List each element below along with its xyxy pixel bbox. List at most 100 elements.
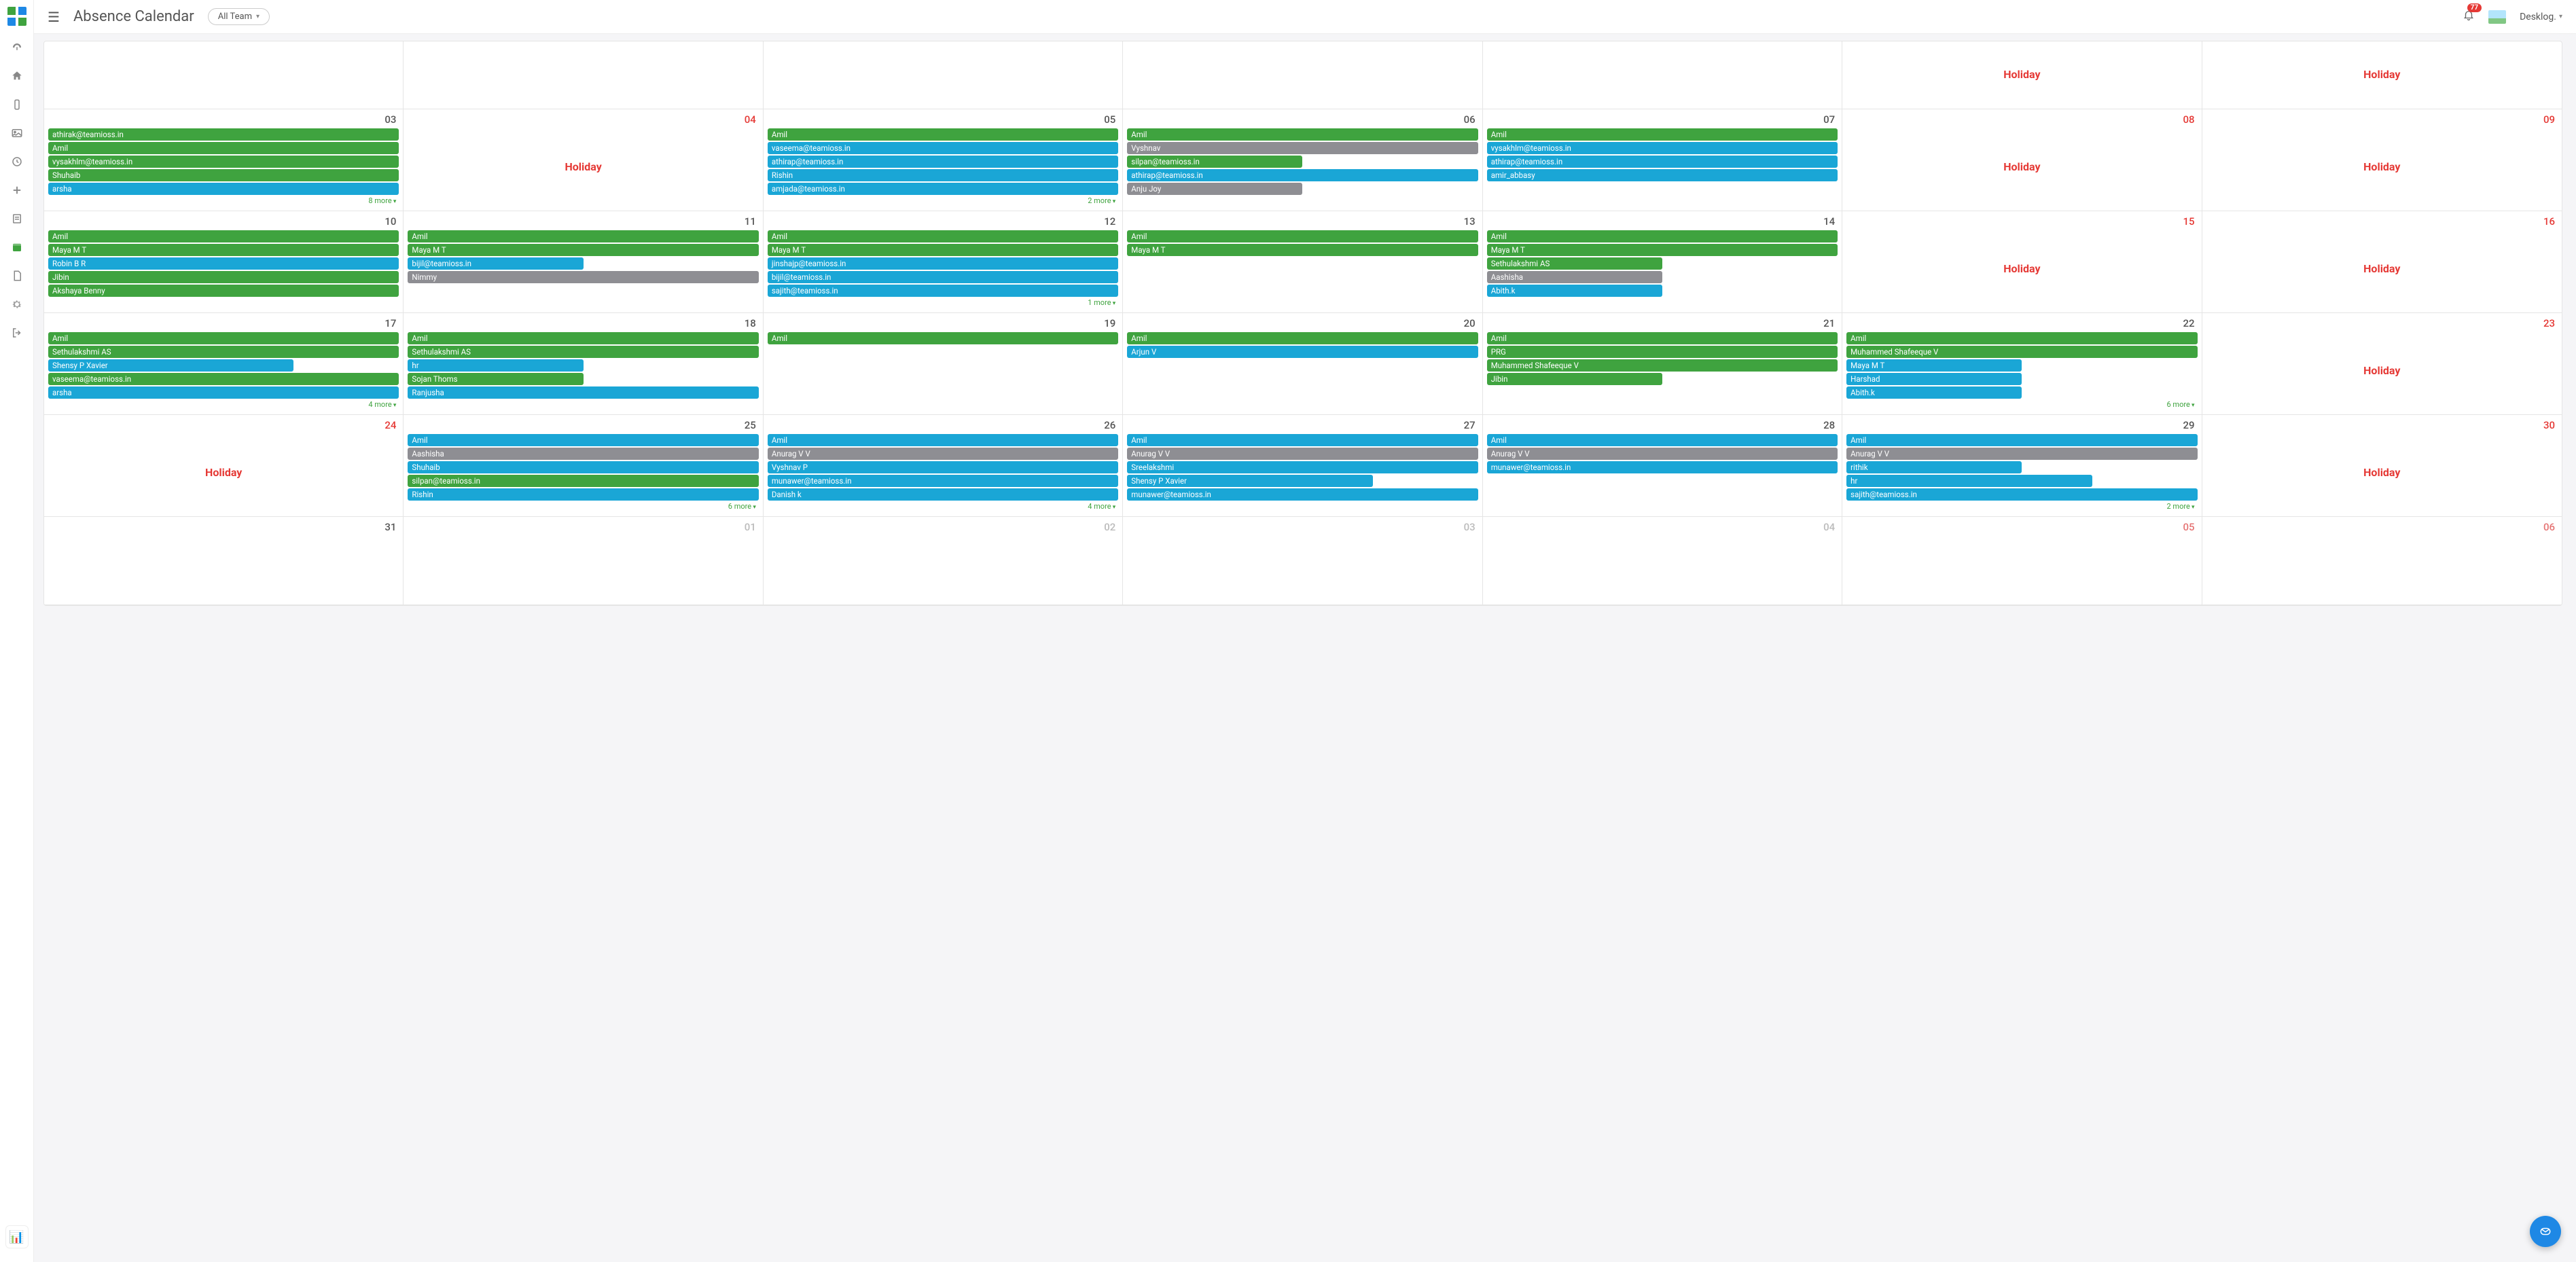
calendar-day[interactable]: 17AmilSethulakshmi ASShensy P Xaviervase… (44, 313, 404, 415)
absence-event[interactable]: arsha (48, 386, 399, 399)
absence-event[interactable]: Amil (1846, 332, 2197, 344)
absence-event[interactable]: Sethulakshmi AS (48, 346, 399, 358)
absence-event[interactable]: Maya M T (1127, 244, 1478, 256)
absence-event[interactable]: Maya M T (48, 244, 399, 256)
document-icon[interactable] (10, 269, 24, 283)
calendar-day[interactable]: 24Holiday (44, 415, 404, 517)
absence-event[interactable]: Maya M T (408, 244, 758, 256)
calendar-day[interactable]: 14AmilMaya M TSethulakshmi ASAashishaAbi… (1483, 211, 1842, 313)
calendar-day[interactable]: 21AmilPRGMuhammed Shafeeque VJibin (1483, 313, 1842, 415)
notifications-button[interactable]: 77 (2463, 9, 2475, 24)
calendar-day[interactable]: 06AmilVyshnavsilpan@teamioss.inathirap@t… (1123, 109, 1482, 211)
gear-icon[interactable] (10, 298, 24, 311)
absence-event[interactable]: PRG (1487, 346, 1838, 358)
more-events-link[interactable]: 2 more (1846, 502, 2197, 511)
calendar-day[interactable] (44, 41, 404, 109)
report-icon[interactable] (10, 212, 24, 226)
more-events-link[interactable]: 6 more (408, 502, 758, 511)
absence-event[interactable]: Sethulakshmi AS (408, 346, 758, 358)
absence-event[interactable]: Amil (768, 332, 1118, 344)
calendar-day[interactable]: 30Holiday (2202, 415, 2562, 517)
absence-event[interactable]: arsha (48, 183, 399, 195)
absence-event[interactable]: Muhammed Shafeeque V (1487, 359, 1838, 372)
absence-event[interactable]: Amil (1127, 128, 1478, 141)
absence-event[interactable]: vaseema@teamioss.in (768, 142, 1118, 154)
absence-event[interactable]: athirap@teamioss.in (1127, 169, 1478, 181)
calendar-day[interactable]: 18AmilSethulakshmi AShrSojan ThomsRanjus… (404, 313, 763, 415)
absence-event[interactable]: Vyshnav (1127, 142, 1478, 154)
app-logo[interactable] (7, 7, 26, 26)
calendar-day[interactable]: 12AmilMaya M Tjinshajp@teamioss.inbijil@… (764, 211, 1123, 313)
absence-event[interactable]: Amil (1127, 434, 1478, 446)
calendar-day[interactable]: 23Holiday (2202, 313, 2562, 415)
calendar-day[interactable]: 08Holiday (1842, 109, 2202, 211)
absence-event[interactable]: vysakhlm@teamioss.in (1487, 142, 1838, 154)
absence-event[interactable]: Sethulakshmi AS (1487, 257, 1662, 270)
absence-event[interactable]: Anurag V V (1487, 448, 1838, 460)
calendar-day[interactable] (764, 41, 1123, 109)
calendar-day[interactable]: 03athirak@teamioss.inAmilvysakhlm@teamio… (44, 109, 404, 211)
calendar-day[interactable] (404, 41, 763, 109)
clock-icon[interactable] (10, 155, 24, 168)
calendar-day[interactable] (1483, 41, 1842, 109)
absence-event[interactable]: Amil (1487, 332, 1838, 344)
more-events-link[interactable]: 4 more (768, 502, 1118, 511)
absence-event[interactable]: Abith.k (1846, 386, 2022, 399)
absence-event[interactable]: Jibin (48, 271, 399, 283)
calendar-day[interactable]: Holiday (1842, 41, 2202, 109)
absence-event[interactable]: Robin B R (48, 257, 399, 270)
calendar-day[interactable]: 29AmilAnurag V Vrithikhrsajith@teamioss.… (1842, 415, 2202, 517)
absence-event[interactable]: Amil (1487, 128, 1838, 141)
absence-event[interactable]: Amil (768, 230, 1118, 242)
absence-event[interactable]: Abith.k (1487, 285, 1662, 297)
calendar-day[interactable]: 09Holiday (2202, 109, 2562, 211)
absence-event[interactable]: Nimmy (408, 271, 758, 283)
absence-event[interactable]: Aashisha (1487, 271, 1662, 283)
calendar-day[interactable]: 13AmilMaya M T (1123, 211, 1482, 313)
workspace-avatar[interactable] (2488, 10, 2506, 24)
calendar-day[interactable]: 03 (1123, 517, 1482, 605)
plus-icon[interactable] (10, 183, 24, 197)
absence-event[interactable]: Maya M T (768, 244, 1118, 256)
team-filter-dropdown[interactable]: All Team (208, 8, 270, 25)
absence-event[interactable]: munawer@teamioss.in (1487, 461, 1838, 473)
absence-event[interactable]: athirap@teamioss.in (768, 156, 1118, 168)
absence-event[interactable]: vysakhlm@teamioss.in (48, 156, 399, 168)
absence-event[interactable]: Danish k (768, 488, 1118, 501)
calendar-day[interactable]: 28AmilAnurag V Vmunawer@teamioss.in (1483, 415, 1842, 517)
absence-event[interactable]: Amil (768, 128, 1118, 141)
absence-event[interactable]: Anurag V V (1846, 448, 2197, 460)
calendar-day[interactable]: 04 (1483, 517, 1842, 605)
device-icon[interactable] (10, 98, 24, 111)
calendar-day[interactable]: 31 (44, 517, 404, 605)
absence-event[interactable]: Rishin (408, 488, 758, 501)
calendar-day[interactable]: 06 (2202, 517, 2562, 605)
absence-event[interactable]: Anurag V V (1127, 448, 1478, 460)
absence-event[interactable]: bijil@teamioss.in (408, 257, 583, 270)
absence-event[interactable]: Amil (1127, 230, 1478, 242)
absence-event[interactable]: Anurag V V (768, 448, 1118, 460)
absence-event[interactable]: Amil (408, 332, 758, 344)
image-icon[interactable] (10, 126, 24, 140)
absence-event[interactable]: Rishin (768, 169, 1118, 181)
calendar-icon[interactable] (10, 240, 24, 254)
absence-event[interactable]: Amil (408, 434, 758, 446)
absence-event[interactable]: silpan@teamioss.in (408, 475, 758, 487)
absence-event[interactable]: Amil (48, 230, 399, 242)
absence-event[interactable]: Sreelakshmi (1127, 461, 1478, 473)
analytics-badge-icon[interactable]: 📊 (5, 1225, 29, 1248)
absence-event[interactable]: Shensy P Xavier (48, 359, 293, 372)
absence-event[interactable]: Shuhaib (48, 169, 399, 181)
more-events-link[interactable]: 4 more (48, 400, 399, 409)
absence-event[interactable]: Aashisha (408, 448, 758, 460)
absence-event[interactable]: Anju Joy (1127, 183, 1302, 195)
calendar-day[interactable]: 01 (404, 517, 763, 605)
calendar-day[interactable]: 04Holiday (404, 109, 763, 211)
absence-event[interactable]: Jibin (1487, 373, 1662, 385)
absence-event[interactable]: Maya M T (1846, 359, 2022, 372)
more-events-link[interactable]: 2 more (768, 196, 1118, 205)
absence-event[interactable]: Amil (1487, 434, 1838, 446)
calendar-day[interactable]: 11AmilMaya M Tbijil@teamioss.inNimmy (404, 211, 763, 313)
absence-event[interactable]: Shuhaib (408, 461, 758, 473)
dashboard-icon[interactable] (10, 41, 24, 54)
